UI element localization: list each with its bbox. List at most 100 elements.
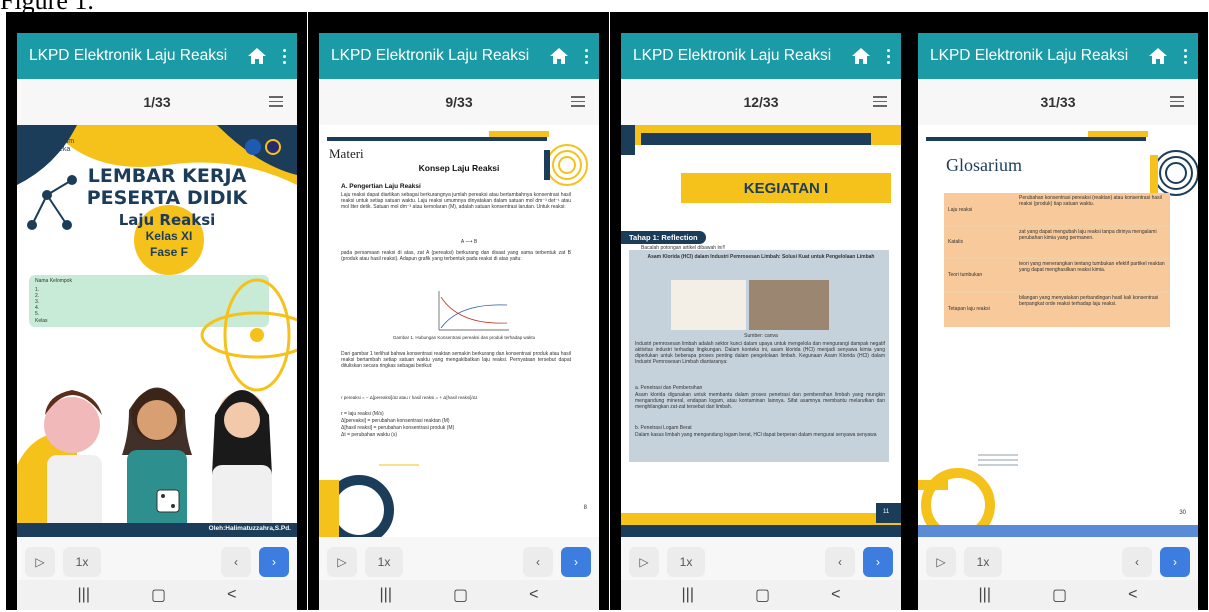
merdeka-text: Merdeka bbox=[43, 146, 71, 153]
home-nav-icon[interactable]: ▢ bbox=[151, 585, 166, 605]
materi-title: Konsep Laju Reaksi bbox=[418, 163, 500, 173]
screen-frame: LKPD Elektronik Laju Reaksi 12/33 KEGIAT… bbox=[610, 12, 911, 610]
prev-page-button[interactable]: ‹ bbox=[825, 547, 855, 577]
kegiatan-page: KEGIATAN I Tahap 1: Reflection Bacalah p… bbox=[621, 125, 901, 537]
page-number: 30 bbox=[1179, 510, 1186, 516]
system-nav-bar: ||| ▢ < bbox=[319, 580, 599, 610]
next-page-button[interactable]: › bbox=[259, 547, 289, 577]
materi-page: Materi Konsep Laju Reaksi A. Pengertian … bbox=[319, 125, 599, 537]
phone-screen: LKPD Elektronik Laju Reaksi 12/33 KEGIAT… bbox=[621, 13, 901, 610]
cover-title-line1: LEMBAR KERJA bbox=[87, 165, 247, 187]
paragraph-3: Dari gambar 1 terlihat bahwa konsentrasi… bbox=[341, 351, 571, 369]
recents-icon[interactable]: ||| bbox=[682, 586, 694, 604]
back-icon[interactable]: < bbox=[1128, 586, 1137, 604]
home-icon[interactable] bbox=[1148, 46, 1168, 66]
graph-caption: Gambar 1. Hubungan Konsentrasi pereaksi … bbox=[392, 335, 536, 340]
speed-button[interactable]: 1x bbox=[365, 547, 403, 577]
recents-icon[interactable]: ||| bbox=[78, 586, 90, 604]
definition-row: Δ[hasil reaksi] = perubahan konsentrasi … bbox=[341, 425, 455, 431]
university-logo bbox=[265, 139, 281, 155]
equation-ab: A ⟶ B bbox=[460, 239, 478, 245]
prev-page-button[interactable]: ‹ bbox=[523, 547, 553, 577]
page-indicator: 1/33 bbox=[143, 94, 171, 110]
system-nav-bar: ||| ▢ < bbox=[17, 580, 297, 610]
home-nav-icon[interactable]: ▢ bbox=[755, 585, 770, 605]
page-area: KEGIATAN I Tahap 1: Reflection Bacalah p… bbox=[621, 125, 901, 537]
form-label: Nama Kelompok bbox=[35, 278, 72, 284]
tut-wuri-logo bbox=[245, 139, 261, 155]
status-bar bbox=[621, 13, 901, 33]
next-page-button[interactable]: › bbox=[561, 547, 591, 577]
back-icon[interactable]: < bbox=[529, 586, 538, 604]
play-button[interactable]: ▷ bbox=[926, 547, 956, 577]
more-vert-icon[interactable] bbox=[1180, 48, 1190, 64]
rate-equation: r pereaksi = − Δ[pereaksi]/Δt atau r has… bbox=[341, 395, 477, 400]
play-icon: ▷ bbox=[936, 555, 946, 569]
status-bar bbox=[17, 13, 297, 33]
form-kelas-label: Kelas bbox=[35, 318, 48, 324]
play-button[interactable]: ▷ bbox=[327, 547, 357, 577]
next-page-button[interactable]: › bbox=[1160, 547, 1190, 577]
glossary-definition: bilangan yang menyatakan perbandingan ha… bbox=[1019, 295, 1159, 307]
home-icon[interactable] bbox=[549, 46, 569, 66]
recents-icon[interactable]: ||| bbox=[380, 586, 392, 604]
back-icon[interactable]: < bbox=[831, 586, 840, 604]
glosarium-title: Glosarium bbox=[946, 155, 1022, 175]
speed-button[interactable]: 1x bbox=[63, 547, 101, 577]
reader-controls: ▷ 1x ‹ › bbox=[319, 545, 599, 579]
reader-controls: ▷ 1x ‹ › bbox=[918, 545, 1198, 579]
next-page-button[interactable]: › bbox=[863, 547, 893, 577]
glossary-term: Tetapan laju reaksi bbox=[948, 306, 990, 312]
definition-row: Δt = perubahan waktu (s) bbox=[341, 432, 398, 438]
app-title: LKPD Elektronik Laju Reaksi bbox=[633, 47, 832, 64]
prev-page-button[interactable]: ‹ bbox=[1122, 547, 1152, 577]
glossary-definition: teori yang menerangkan tentang tumbukan … bbox=[1019, 261, 1165, 273]
paragraph-2: pada persamaan reaksi di atas, zat A (pe… bbox=[341, 250, 571, 262]
chevron-right-icon: › bbox=[272, 555, 276, 569]
page-number: 8 bbox=[583, 505, 587, 511]
home-icon[interactable] bbox=[851, 46, 871, 66]
status-bar bbox=[319, 13, 599, 33]
form-line-5: 5. bbox=[35, 311, 40, 317]
section-title: Materi bbox=[329, 146, 364, 161]
table-of-contents-icon[interactable] bbox=[873, 96, 887, 110]
home-nav-icon[interactable]: ▢ bbox=[453, 585, 468, 605]
article-body-2: Asam klorida digunakan untuk membantu da… bbox=[635, 392, 885, 410]
recents-icon[interactable]: ||| bbox=[979, 586, 991, 604]
play-button[interactable]: ▷ bbox=[629, 547, 659, 577]
speed-button[interactable]: 1x bbox=[667, 547, 705, 577]
page-area: Glosarium Laju reaksi Perubahan konsentr… bbox=[918, 125, 1198, 537]
table-of-contents-icon[interactable] bbox=[269, 96, 283, 110]
reader-controls: ▷ 1x ‹ › bbox=[621, 545, 901, 579]
back-icon[interactable]: < bbox=[227, 586, 236, 604]
definition-row: Δ[pereaksi] = perubahan konsentrasi reak… bbox=[341, 418, 450, 424]
page-indicator: 31/33 bbox=[1040, 94, 1076, 110]
app-bar: LKPD Elektronik Laju Reaksi bbox=[17, 33, 297, 79]
page-bar: 31/33 bbox=[918, 79, 1198, 125]
glossary-term: Teori tumbukan bbox=[948, 272, 983, 278]
chevron-right-icon: › bbox=[1173, 555, 1177, 569]
article-title: Asam Klorida (HCl) dalam Industri Pemros… bbox=[647, 254, 875, 260]
chevron-left-icon: ‹ bbox=[838, 555, 842, 569]
play-button[interactable]: ▷ bbox=[25, 547, 55, 577]
table-of-contents-icon[interactable] bbox=[571, 96, 585, 110]
speed-button[interactable]: 1x bbox=[964, 547, 1002, 577]
table-of-contents-icon[interactable] bbox=[1170, 96, 1184, 110]
chevron-left-icon: ‹ bbox=[234, 555, 238, 569]
home-nav-icon[interactable]: ▢ bbox=[1052, 585, 1067, 605]
home-icon[interactable] bbox=[247, 46, 267, 66]
glossary-term: Katalis bbox=[948, 239, 964, 245]
glossary-row: Tetapan laju reaksi bilangan yang menyat… bbox=[944, 293, 1170, 327]
more-vert-icon[interactable] bbox=[279, 48, 289, 64]
prev-page-button[interactable]: ‹ bbox=[221, 547, 251, 577]
play-icon: ▷ bbox=[35, 555, 45, 569]
screen-frame: LKPD Elektronik Laju Reaksi 9/33 Materi bbox=[308, 12, 609, 610]
more-vert-icon[interactable] bbox=[883, 48, 893, 64]
kurikulum-text: Kurikulum bbox=[43, 138, 75, 145]
definition-row: r = laju reaksi (M/s) bbox=[341, 411, 384, 417]
glosarium-page: Glosarium Laju reaksi Perubahan konsentr… bbox=[918, 125, 1198, 537]
sub-heading-a: A. Pengertian Laju Reaksi bbox=[341, 183, 421, 190]
cover-subtitle: Laju Reaksi bbox=[118, 211, 216, 229]
article-body-3: Dalam kasus limbah yang mengandung logam… bbox=[635, 432, 877, 438]
more-vert-icon[interactable] bbox=[581, 48, 591, 64]
